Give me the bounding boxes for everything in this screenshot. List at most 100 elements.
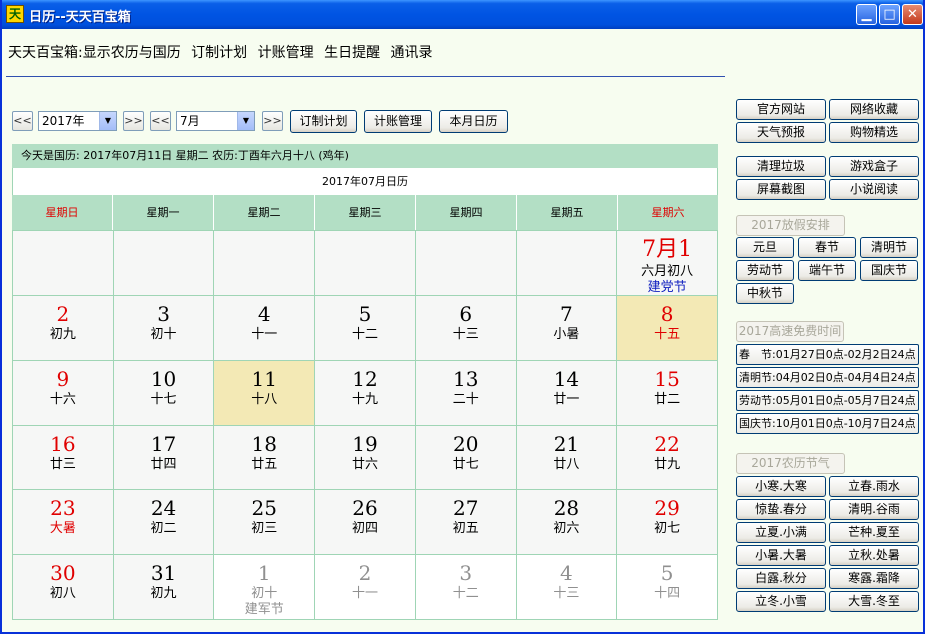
- toll-guoqing[interactable]: 国庆节:10月01日0点-10月7日24点: [736, 413, 919, 434]
- title-bar[interactable]: 天 日历--天天百宝箱 ▁ □ ✕: [2, 0, 923, 29]
- day-number: 2: [56, 301, 70, 326]
- festival-label: 建军节: [244, 602, 284, 618]
- day-cell[interactable]: 30 初八: [13, 555, 114, 620]
- day-cell[interactable]: 19 廿六: [315, 425, 416, 491]
- day-cell[interactable]: 2 十一: [315, 555, 416, 620]
- day-cell[interactable]: 1 初十 建军节: [214, 555, 316, 620]
- day-cell[interactable]: 28 初六: [516, 490, 618, 556]
- day-cell[interactable]: 27 初五: [415, 490, 517, 556]
- prev-month-button[interactable]: <<: [150, 111, 171, 131]
- link-clean[interactable]: 清理垃圾: [736, 156, 826, 177]
- solar-term-button[interactable]: 芒种.夏至: [829, 522, 919, 543]
- day-cell[interactable]: 11 十八: [214, 360, 316, 426]
- toll-laodong[interactable]: 劳动节:05月01日0点-05月7日24点: [736, 390, 919, 411]
- month-select[interactable]: 7月 ▼: [176, 111, 255, 131]
- day-cell[interactable]: 10 十七: [113, 360, 215, 426]
- link-weather[interactable]: 天气预报: [736, 122, 826, 143]
- chevron-down-icon[interactable]: ▼: [99, 112, 116, 130]
- solar-term-button[interactable]: 小寒.大寒: [736, 476, 826, 497]
- next-month-button[interactable]: >>: [262, 111, 283, 131]
- link-favorites[interactable]: 网络收藏: [829, 99, 919, 120]
- day-cell[interactable]: 7 小暑: [516, 295, 618, 361]
- day-cell[interactable]: 12 十九: [315, 360, 416, 426]
- day-cell[interactable]: 24 初二: [113, 490, 215, 556]
- day-cell[interactable]: 22 廿九: [617, 425, 718, 491]
- solar-term-button[interactable]: 立秋.处暑: [829, 545, 919, 566]
- day-cell[interactable]: 25 初三: [214, 490, 316, 556]
- day-cell[interactable]: 2 初九: [13, 295, 114, 361]
- year-select[interactable]: 2017年 ▼: [38, 111, 117, 131]
- day-cell[interactable]: 14 廿一: [516, 360, 618, 426]
- weekday-header: 星期日 星期一 星期二 星期三 星期四 星期五 星期六: [12, 195, 718, 230]
- day-cell[interactable]: 29 初七: [617, 490, 718, 556]
- day-cell[interactable]: 6 十三: [415, 295, 517, 361]
- day-cell[interactable]: 5 十四: [617, 555, 718, 620]
- app-window: 天 日历--天天百宝箱 ▁ □ ✕ 天天百宝箱:显示农历与国历 订制计划 计账管…: [0, 0, 925, 634]
- day-cell[interactable]: 13 二十: [415, 360, 517, 426]
- close-button[interactable]: ✕: [902, 4, 923, 25]
- prev-year-button[interactable]: <<: [12, 111, 33, 131]
- link-novels[interactable]: 小说阅读: [829, 179, 919, 200]
- day-cell[interactable]: 18 廿五: [214, 425, 316, 491]
- day-cell[interactable]: 15 廿二: [617, 360, 718, 426]
- lunar-date: 十七: [150, 391, 177, 407]
- menu-item-account[interactable]: 计账管理: [258, 45, 314, 61]
- toll-chunjie[interactable]: 春 节:01月27日0点-02月2日24点: [736, 344, 919, 365]
- chevron-down-icon[interactable]: ▼: [237, 112, 254, 130]
- account-button[interactable]: 计账管理: [364, 110, 432, 133]
- plan-button[interactable]: 订制计划: [290, 110, 357, 133]
- holiday-chunjie[interactable]: 春节: [798, 237, 856, 258]
- empty-cell: [13, 231, 114, 296]
- next-year-button[interactable]: >>: [123, 111, 144, 131]
- day-cell[interactable]: 17 廿四: [113, 425, 215, 491]
- day-cell[interactable]: 23 大暑: [13, 490, 114, 556]
- weekday-fri: 星期五: [517, 195, 618, 230]
- day-cell[interactable]: 9 十六: [13, 360, 114, 426]
- day-cell[interactable]: 26 初四: [315, 490, 416, 556]
- day-cell[interactable]: 7月1 六月初八 建党节: [617, 231, 718, 296]
- menu-item-plan[interactable]: 订制计划: [191, 45, 247, 61]
- lunar-date: 十四: [654, 586, 681, 602]
- solar-term-button[interactable]: 立冬.小雪: [736, 591, 826, 612]
- holiday-yuandan[interactable]: 元旦: [736, 237, 794, 258]
- day-cell[interactable]: 8 十五: [617, 295, 718, 361]
- menu-item-calendar[interactable]: 天天百宝箱:显示农历与国历: [8, 45, 181, 61]
- day-number: 26: [352, 496, 378, 521]
- solar-term-button[interactable]: 立春.雨水: [829, 476, 919, 497]
- holiday-guoqing[interactable]: 国庆节: [860, 260, 918, 281]
- solar-term-button[interactable]: 寒露.霜降: [829, 568, 919, 589]
- solar-term-button[interactable]: 白露.秋分: [736, 568, 826, 589]
- lunar-date: 初七: [654, 521, 681, 537]
- holiday-duanwu[interactable]: 端午节: [798, 260, 856, 281]
- solar-term-button[interactable]: 立夏.小满: [736, 522, 826, 543]
- day-number: 13: [452, 366, 479, 391]
- toll-qingming[interactable]: 清明节:04月02日0点-04月4日24点: [736, 367, 919, 388]
- menu-item-birthday[interactable]: 生日提醒: [324, 45, 380, 61]
- menu-item-contacts[interactable]: 通讯录: [391, 45, 433, 61]
- day-cell[interactable]: 5 十二: [315, 295, 416, 361]
- link-official-site[interactable]: 官方网站: [736, 99, 826, 120]
- solar-term-button[interactable]: 大雪.冬至: [829, 591, 919, 612]
- this-month-button[interactable]: 本月日历: [439, 110, 508, 133]
- link-shopping[interactable]: 购物精选: [829, 122, 919, 143]
- day-cell[interactable]: 4 十三: [516, 555, 618, 620]
- day-cell[interactable]: 3 初十: [113, 295, 215, 361]
- day-cell[interactable]: 4 十一: [214, 295, 316, 361]
- day-number: 25: [251, 496, 277, 521]
- solar-term-button[interactable]: 惊蛰.春分: [736, 499, 826, 520]
- day-cell[interactable]: 21 廿八: [516, 425, 618, 491]
- day-cell[interactable]: 16 廿三: [13, 425, 114, 491]
- holiday-zhongqiu[interactable]: 中秋节: [736, 283, 794, 304]
- maximize-button[interactable]: □: [879, 4, 900, 25]
- holiday-laodong[interactable]: 劳动节: [736, 260, 794, 281]
- holiday-qingming[interactable]: 清明节: [860, 237, 918, 258]
- solar-term-button[interactable]: 小暑.大暑: [736, 545, 826, 566]
- solar-term-button[interactable]: 清明.谷雨: [829, 499, 919, 520]
- day-number: 17: [150, 431, 177, 456]
- day-cell[interactable]: 20 廿七: [415, 425, 517, 491]
- minimize-button[interactable]: ▁: [856, 4, 877, 25]
- link-screenshot[interactable]: 屏幕截图: [736, 179, 826, 200]
- day-cell[interactable]: 31 初九: [113, 555, 215, 620]
- day-cell[interactable]: 3 十二: [415, 555, 517, 620]
- link-games[interactable]: 游戏盒子: [829, 156, 919, 177]
